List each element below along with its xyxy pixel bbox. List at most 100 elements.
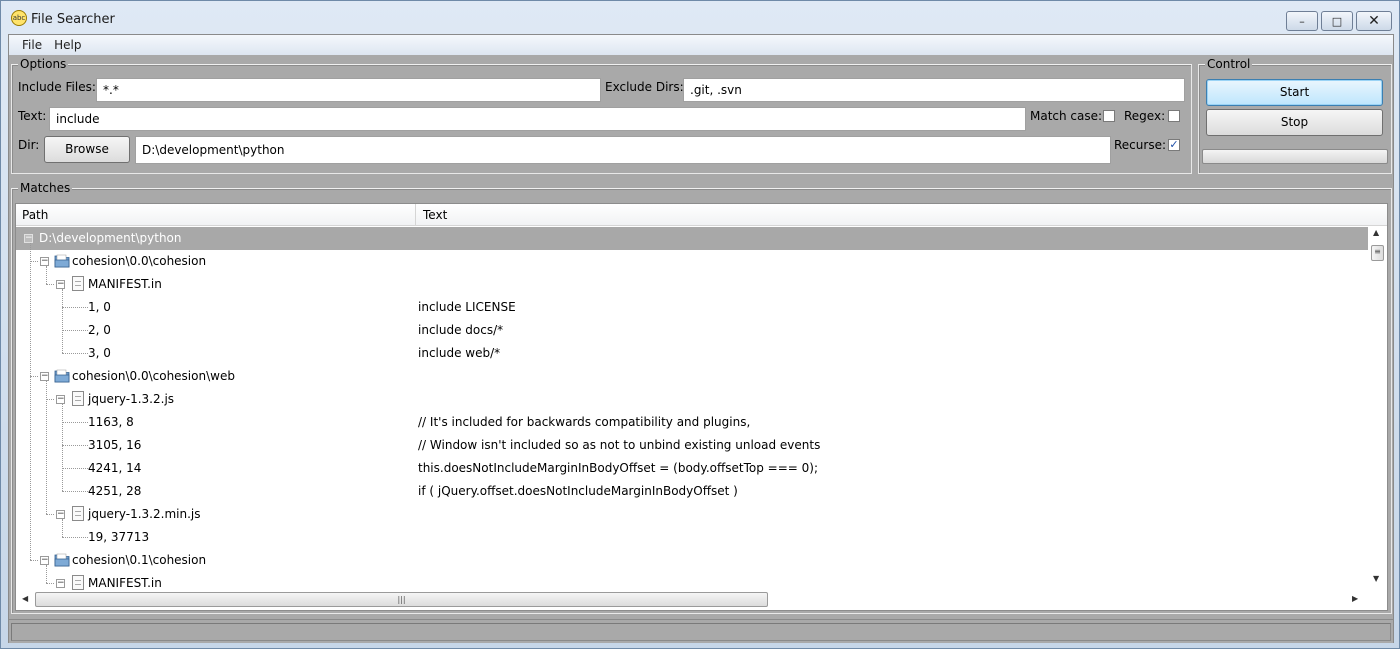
scroll-down-icon[interactable]: ▼ xyxy=(1373,574,1379,583)
matches-group: Matches Path Text − D:\development\python… xyxy=(11,181,1392,614)
recurse-checkbox[interactable]: ✓ xyxy=(1168,139,1180,151)
row-path: cohesion\0.0\cohesion\web xyxy=(72,369,235,383)
file-icon xyxy=(72,391,84,406)
match-case-checkbox[interactable] xyxy=(1103,110,1115,122)
maximize-button[interactable]: □ xyxy=(1321,11,1353,31)
tree-line xyxy=(46,565,47,583)
matches-tree[interactable]: Path Text − D:\development\python − cohesio… xyxy=(15,203,1388,611)
collapse-icon[interactable]: − xyxy=(56,280,65,289)
tree-header: Path Text xyxy=(16,204,1387,226)
regex-checkbox[interactable] xyxy=(1168,110,1180,122)
exclude-dirs-input[interactable]: .git, .svn xyxy=(683,78,1185,102)
scroll-up-icon[interactable]: ▲ xyxy=(1373,228,1379,237)
match-row[interactable]: 4241, 14 this.doesNotIncludeMarginInBodyO… xyxy=(16,457,1368,480)
window-title: File Searcher xyxy=(31,12,115,27)
match-row[interactable]: 1163, 8 // It's included for backwards co… xyxy=(16,411,1368,434)
row-path: 1163, 8 xyxy=(88,415,134,429)
dir-input[interactable]: D:\development\python xyxy=(135,136,1111,164)
text-label: Text: xyxy=(18,109,47,123)
tree-line xyxy=(46,381,47,514)
tree-line xyxy=(30,376,38,377)
status-bar xyxy=(9,619,1393,643)
file-row[interactable]: − jquery-1.3.2.js xyxy=(16,388,1368,411)
match-row[interactable]: 3105, 16 // Window isn't included so as n… xyxy=(16,434,1368,457)
tree-line xyxy=(46,399,54,400)
column-header-text[interactable]: Text xyxy=(417,204,1377,226)
horizontal-scrollbar[interactable]: ◀ ||| ▶ xyxy=(16,590,1368,609)
row-text: include LICENSE xyxy=(418,300,516,314)
file-row[interactable]: − jquery-1.3.2.min.js xyxy=(16,503,1368,526)
browse-button[interactable]: Browse xyxy=(44,136,130,163)
scroll-left-icon[interactable]: ◀ xyxy=(22,594,28,603)
options-legend: Options xyxy=(18,57,69,71)
folder-row[interactable]: − cohesion\0.0\cohesion\web xyxy=(16,365,1368,388)
root-row[interactable]: − D:\development\python xyxy=(16,227,1368,250)
collapse-icon[interactable]: − xyxy=(40,556,49,565)
status-panel xyxy=(11,623,1391,641)
control-group: Control Start Stop xyxy=(1198,57,1392,174)
folder-row[interactable]: − cohesion\0.1\cohesion xyxy=(16,549,1368,572)
tree-line xyxy=(62,422,88,423)
row-path: 19, 37713 xyxy=(88,530,150,544)
close-button[interactable]: ✕ xyxy=(1356,11,1392,31)
match-row[interactable]: 19, 37713 xyxy=(16,526,1368,549)
tree-line xyxy=(62,330,88,331)
folder-row[interactable]: − cohesion\0.0\cohesion xyxy=(16,250,1368,273)
include-files-input[interactable]: *.* xyxy=(96,78,601,102)
row-path: 3105, 16 xyxy=(88,438,142,452)
row-path: cohesion\0.1\cohesion xyxy=(72,553,207,567)
collapse-icon[interactable]: − xyxy=(40,372,49,381)
column-header-path[interactable]: Path xyxy=(16,204,416,226)
text-input[interactable]: include xyxy=(49,107,1026,131)
collapse-icon[interactable]: − xyxy=(56,395,65,404)
horizontal-scroll-thumb[interactable]: ||| xyxy=(35,592,768,607)
menu-file[interactable]: File xyxy=(16,38,48,52)
collapse-icon[interactable]: − xyxy=(40,257,49,266)
file-icon xyxy=(72,276,84,291)
matches-legend: Matches xyxy=(18,181,73,195)
row-path: 3, 0 xyxy=(88,346,111,360)
collapse-icon[interactable]: − xyxy=(24,234,33,243)
match-row[interactable]: 4251, 28 if ( jQuery.offset.doesNotInclud… xyxy=(16,480,1368,503)
vertical-scrollbar[interactable]: ▲ ≡ ▼ xyxy=(1369,226,1387,589)
match-row[interactable]: 2, 0 include docs/* xyxy=(16,319,1368,342)
collapse-icon[interactable]: − xyxy=(56,510,65,519)
minimize-button[interactable]: – xyxy=(1286,11,1318,31)
tree-line xyxy=(62,491,88,492)
tree-line xyxy=(62,468,88,469)
include-files-label: Include Files: xyxy=(18,80,96,94)
recurse-label: Recurse: xyxy=(1114,138,1166,152)
row-text: // It's included for backwards compatibi… xyxy=(418,415,751,429)
row-text: this.doesNotIncludeMarginInBodyOffset = … xyxy=(418,461,818,475)
row-text: include web/* xyxy=(418,346,501,360)
app-icon: abc xyxy=(11,10,27,26)
tree-line xyxy=(46,583,54,584)
vertical-scroll-thumb[interactable]: ≡ xyxy=(1371,245,1384,261)
title-bar[interactable]: abc File Searcher – □ ✕ xyxy=(1,1,1399,35)
stop-button[interactable]: Stop xyxy=(1206,109,1383,136)
control-legend: Control xyxy=(1205,57,1253,71)
row-path: jquery-1.3.2.min.js xyxy=(88,507,201,521)
collapse-icon[interactable]: − xyxy=(56,579,65,588)
row-path: 2, 0 xyxy=(88,323,111,337)
start-button[interactable]: Start xyxy=(1206,79,1383,106)
file-row[interactable]: − MANIFEST.in xyxy=(16,273,1368,296)
row-path: 4251, 28 xyxy=(88,484,142,498)
progress-bar xyxy=(1202,149,1388,164)
row-path: 1, 0 xyxy=(88,300,111,314)
tree-line xyxy=(62,519,63,537)
match-row[interactable]: 3, 0 include web/* xyxy=(16,342,1368,365)
menu-bar: File Help xyxy=(9,35,1393,55)
tree-line xyxy=(30,261,38,262)
minimize-icon: – xyxy=(1299,14,1305,28)
row-path: 4241, 14 xyxy=(88,461,142,475)
row-text: if ( jQuery.offset.doesNotIncludeMarginI… xyxy=(418,484,738,498)
menu-help[interactable]: Help xyxy=(48,38,87,52)
match-row[interactable]: 1, 0 include LICENSE xyxy=(16,296,1368,319)
options-group: Options Include Files: *.* Exclude Dirs:… xyxy=(11,57,1192,174)
tree-line xyxy=(62,445,88,446)
tree-line xyxy=(46,266,47,284)
tree-line xyxy=(62,537,88,538)
file-icon xyxy=(72,575,84,590)
scroll-right-icon[interactable]: ▶ xyxy=(1352,594,1358,603)
